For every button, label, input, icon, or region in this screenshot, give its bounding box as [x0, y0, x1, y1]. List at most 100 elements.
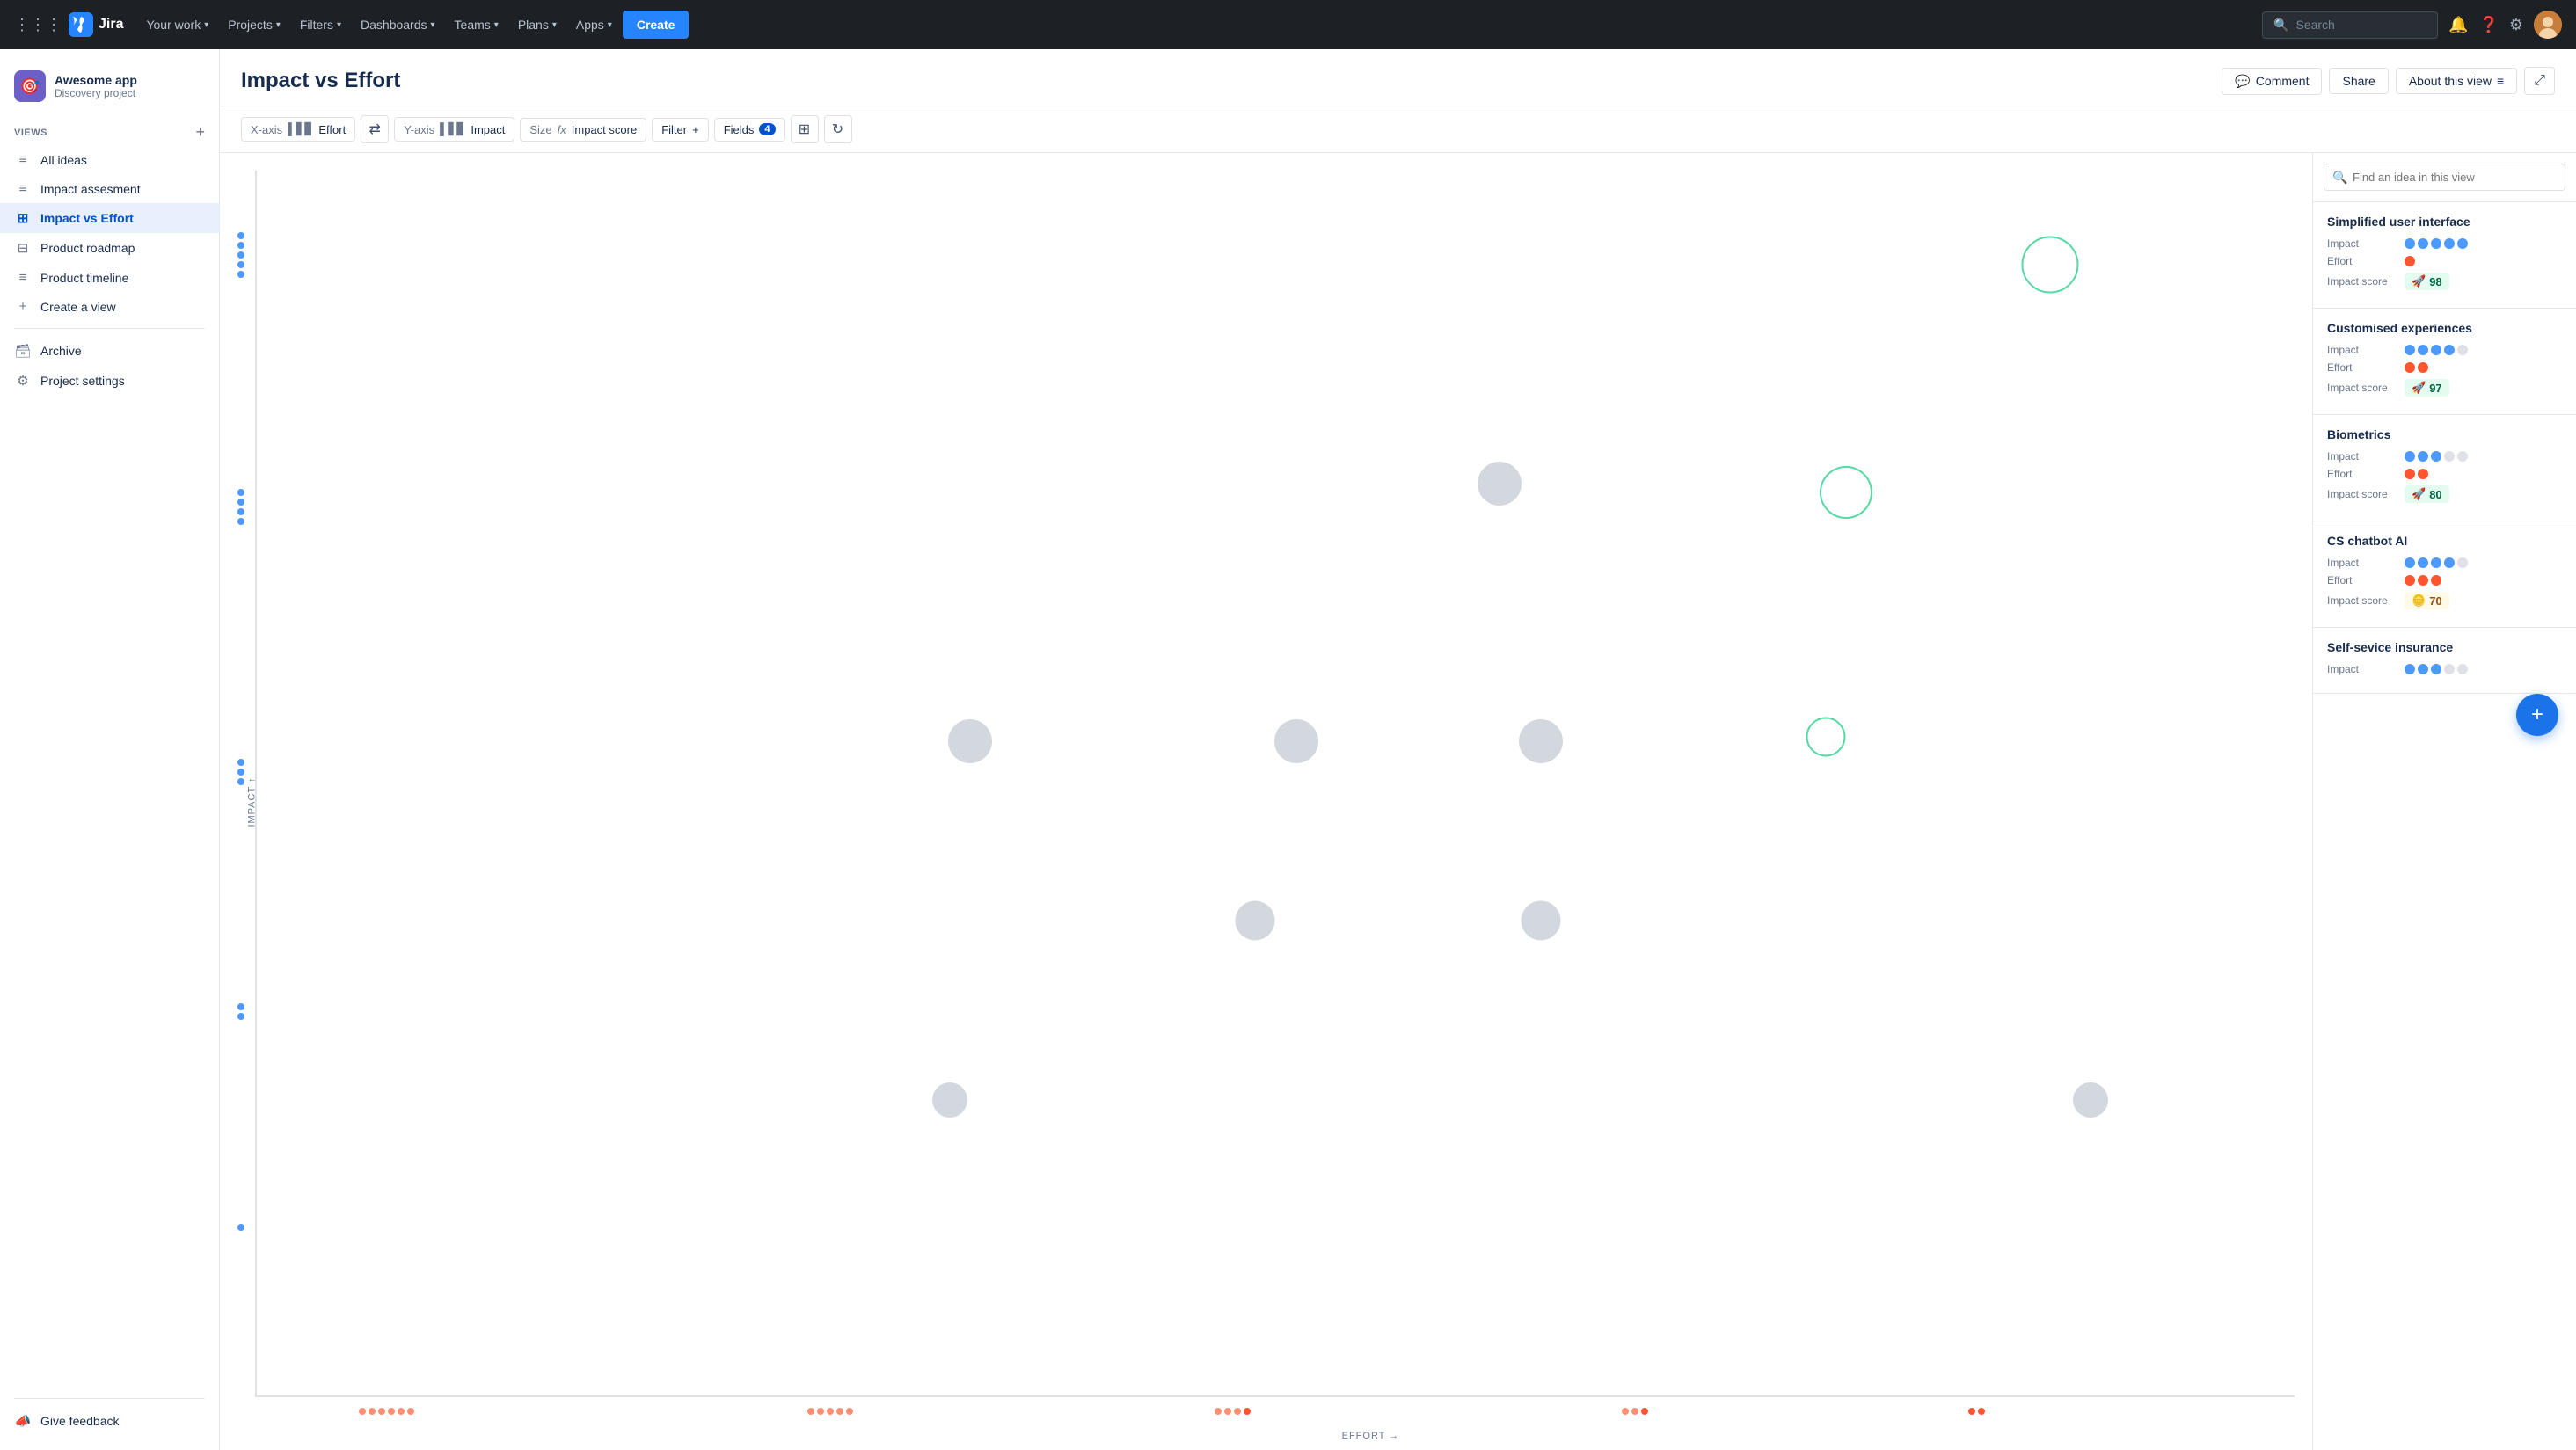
sidebar-item-impact-vs-effort[interactable]: ⊞ Impact vs Effort	[0, 203, 219, 233]
scatter-dot-9[interactable]	[2073, 1082, 2108, 1118]
project-header[interactable]: 🎯 Awesome app Discovery project	[0, 63, 219, 116]
x-axis-dot	[1215, 1408, 1222, 1415]
sidebar-item-label: Product timeline	[40, 271, 128, 285]
scatter-dot-6[interactable]	[1236, 900, 1275, 940]
idea-title[interactable]: Simplified user interface	[2327, 215, 2562, 229]
nav-dashboards[interactable]: Dashboards ▾	[352, 11, 444, 39]
impact-dot	[2444, 345, 2455, 355]
sidebar-item-archive[interactable]: 🗃 Archive	[0, 336, 219, 366]
impact-dot	[2405, 557, 2415, 568]
chevron-down-icon: ▾	[337, 20, 341, 30]
idea-effort-field: Effort	[2327, 361, 2562, 374]
impact-dot	[2418, 451, 2428, 462]
sidebar-item-product-timeline[interactable]: ≡ Product timeline	[0, 263, 219, 292]
scatter-dot-7[interactable]	[1521, 900, 1560, 940]
refresh-icon: ↻	[832, 120, 843, 138]
score-label: Impact score	[2327, 382, 2397, 394]
views-add-button[interactable]: +	[195, 123, 205, 142]
scatter-dot-3[interactable]	[948, 719, 992, 763]
sidebar-item-create-view[interactable]: + Create a view	[0, 292, 219, 321]
y-axis-dot	[237, 1224, 244, 1231]
sidebar-item-label: Impact vs Effort	[40, 211, 134, 225]
nav-your-work[interactable]: Your work ▾	[137, 11, 217, 39]
x-axis-dot	[1978, 1408, 1985, 1415]
size-button[interactable]: Size fx Impact score	[520, 118, 646, 142]
effort-dots	[2405, 362, 2428, 373]
idea-title[interactable]: Biometrics	[2327, 427, 2562, 441]
idea-score-field: Impact score 🚀 98	[2327, 273, 2562, 290]
idea-title[interactable]: CS chatbot AI	[2327, 534, 2562, 548]
xaxis-button[interactable]: X-axis ▌▋▊ Effort	[241, 117, 355, 142]
about-view-button[interactable]: About this view ≡	[2396, 68, 2517, 94]
user-avatar[interactable]	[2534, 11, 2562, 39]
nav-filters[interactable]: Filters ▾	[291, 11, 350, 39]
x-axis-dot	[378, 1408, 385, 1415]
scatter-dot-biometrics[interactable]	[1806, 717, 1846, 756]
y-axis-dot	[237, 518, 244, 525]
effort-label: Effort	[2327, 255, 2397, 267]
settings-icon[interactable]: ⚙	[2509, 16, 2523, 34]
fields-count-badge: 4	[759, 123, 775, 135]
nav-apps[interactable]: Apps ▾	[567, 11, 621, 39]
scatter-dot-customised[interactable]	[1820, 466, 1872, 519]
y-dots-group-4	[237, 1003, 244, 1020]
x-axis-dot	[1631, 1408, 1638, 1415]
impact-dot-empty	[2457, 664, 2468, 674]
x-axis-dot	[827, 1408, 834, 1415]
refresh-button[interactable]: ↻	[824, 115, 852, 143]
nav-plans[interactable]: Plans ▾	[509, 11, 566, 39]
sidebar-item-product-roadmap[interactable]: ⊟ Product roadmap	[0, 233, 219, 263]
y-dots-group-3	[237, 759, 244, 785]
comment-button[interactable]: 💬 Comment	[2222, 68, 2322, 95]
nav-teams[interactable]: Teams ▾	[446, 11, 507, 39]
idea-card-customised-experiences: Customised experiences Impact Effort	[2313, 309, 2576, 415]
chevron-down-icon: ▾	[431, 20, 435, 30]
swap-axes-button[interactable]: ⇄	[361, 115, 389, 143]
impact-dots	[2405, 345, 2468, 355]
score-label: Impact score	[2327, 488, 2397, 500]
search-box[interactable]: 🔍	[2262, 11, 2438, 39]
idea-impact-field: Impact	[2327, 237, 2562, 250]
list-icon: ≡	[14, 152, 32, 167]
panel-search-area: 🔍	[2313, 153, 2576, 202]
help-icon[interactable]: ❓	[2478, 16, 2498, 34]
jira-logo[interactable]: Jira	[69, 12, 123, 37]
sidebar-bottom: 📣 Give feedback	[0, 1391, 219, 1436]
scatter-dot-2[interactable]	[1478, 462, 1522, 506]
x-axis-dot	[1234, 1408, 1241, 1415]
chevron-down-icon: ▾	[494, 20, 499, 30]
plus-icon: +	[2531, 703, 2543, 727]
impact-dot-empty	[2444, 664, 2455, 674]
scatter-dot-8[interactable]	[932, 1082, 967, 1118]
sidebar-item-impact-assessment[interactable]: ≡ Impact assesment	[0, 174, 219, 203]
page-header: Impact vs Effort 💬 Comment Share About t…	[220, 49, 2576, 106]
apps-grid-icon[interactable]: ⋮⋮⋮	[14, 16, 62, 34]
sidebar-item-all-ideas[interactable]: ≡ All ideas	[0, 145, 219, 174]
notifications-icon[interactable]: 🔔	[2448, 16, 2468, 34]
search-input[interactable]	[2295, 18, 2426, 32]
scatter-dot-5[interactable]	[1519, 719, 1563, 763]
scatter-dot-simplified-ui[interactable]	[2021, 236, 2078, 293]
chart-inner	[255, 171, 2295, 1397]
idea-title[interactable]: Customised experiences	[2327, 321, 2562, 335]
group-button[interactable]: ⊞	[791, 115, 819, 143]
filter-button[interactable]: Filter +	[652, 118, 708, 142]
y-axis-dot	[237, 251, 244, 259]
effort-label: Effort	[2327, 361, 2397, 374]
expand-button[interactable]: ⤢	[2524, 67, 2555, 95]
add-idea-fab[interactable]: +	[2516, 694, 2558, 736]
idea-title[interactable]: Self-sevice insurance	[2327, 640, 2562, 654]
y-axis-dot	[237, 769, 244, 776]
x-dots-group-5	[1968, 1408, 1985, 1415]
sidebar-item-give-feedback[interactable]: 📣 Give feedback	[0, 1406, 219, 1436]
idea-impact-field: Impact	[2327, 557, 2562, 569]
scatter-dot-4[interactable]	[1274, 719, 1318, 763]
create-button[interactable]: Create	[623, 11, 690, 39]
fields-button[interactable]: Fields 4	[714, 118, 785, 142]
effort-dots	[2405, 575, 2441, 586]
nav-projects[interactable]: Projects ▾	[219, 11, 289, 39]
panel-search-input[interactable]	[2324, 164, 2565, 191]
yaxis-button[interactable]: Y-axis ▌▋▊ Impact	[394, 117, 514, 142]
sidebar-item-project-settings[interactable]: ⚙ Project settings	[0, 366, 219, 396]
share-button[interactable]: Share	[2329, 68, 2388, 94]
